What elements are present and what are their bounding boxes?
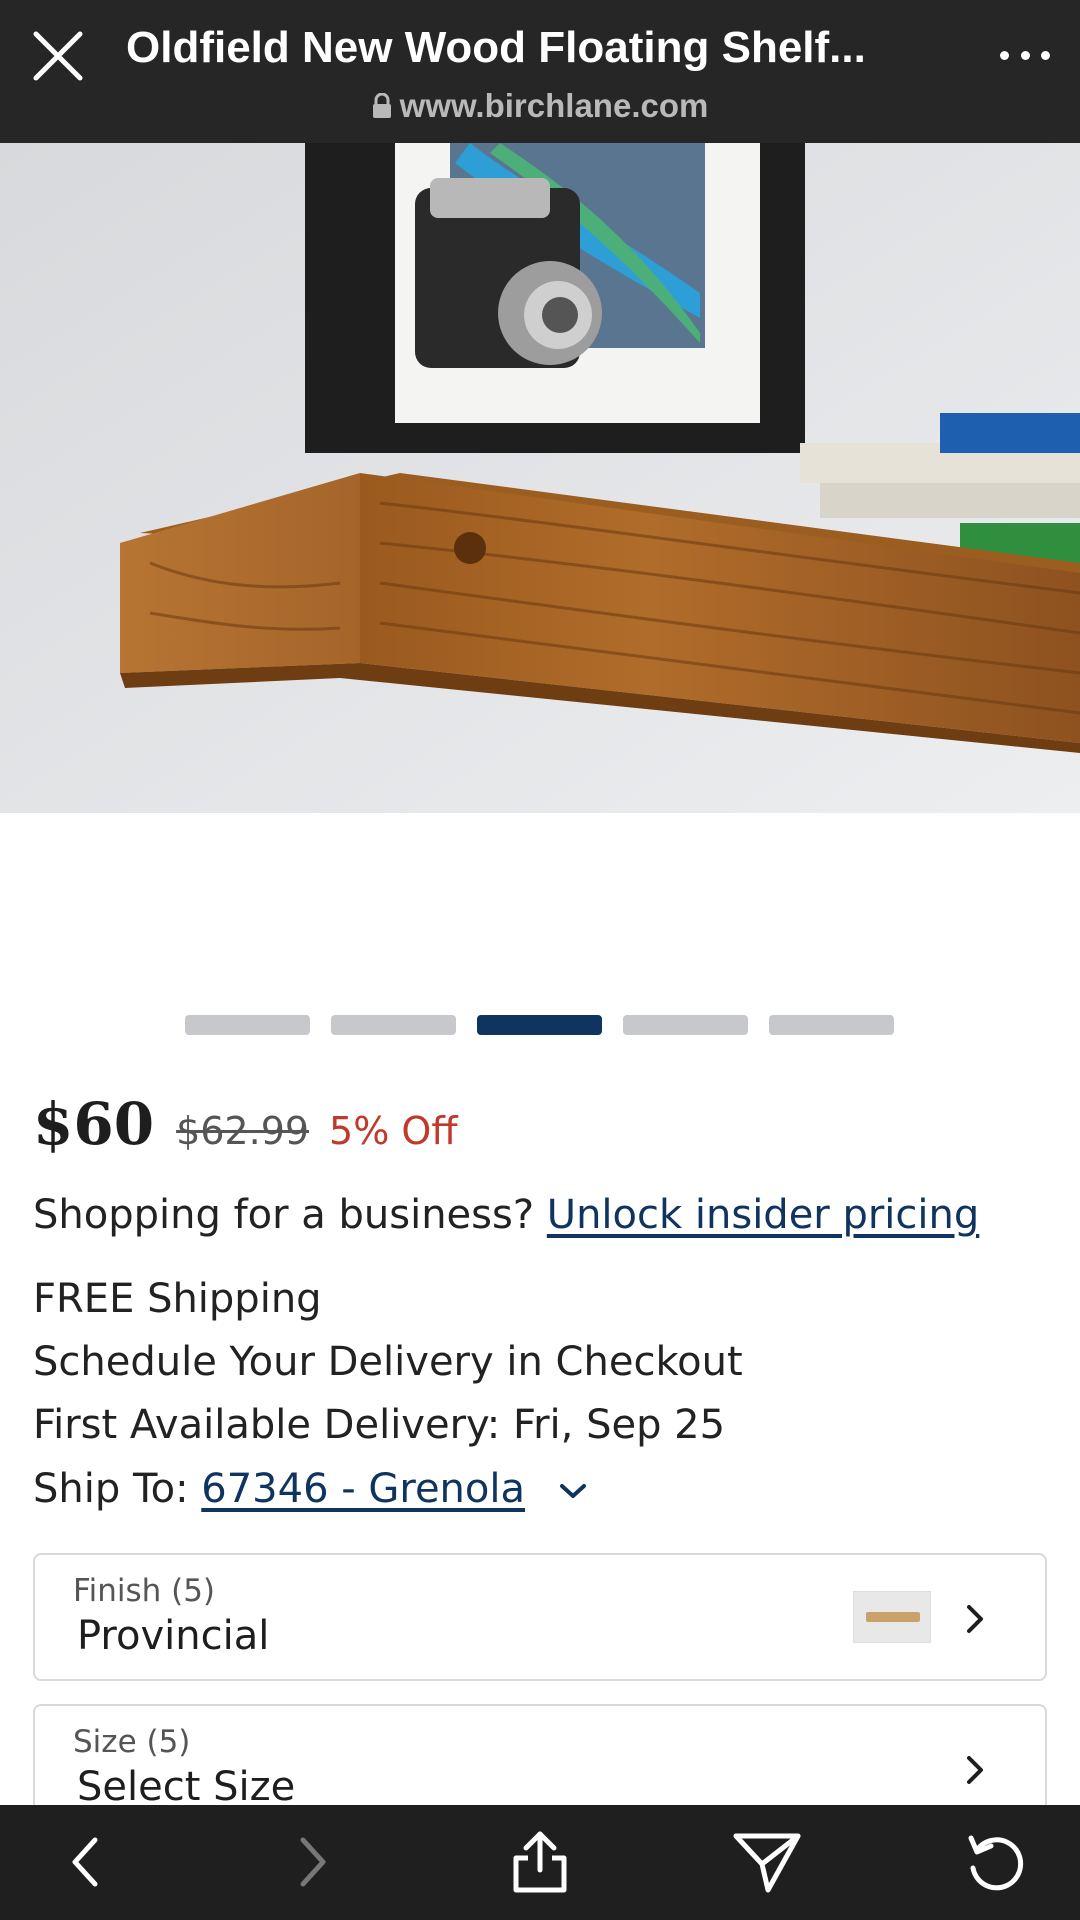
finish-option-card[interactable]: Finish (5) Provincial bbox=[33, 1553, 1047, 1681]
url-text: www.birchlane.com bbox=[399, 87, 709, 124]
insider-pricing-link[interactable]: Unlock insider pricing bbox=[547, 1192, 979, 1238]
size-label: Size (5) bbox=[73, 1724, 191, 1760]
forward-arrow-icon bbox=[300, 1837, 326, 1887]
chevron-down-icon[interactable] bbox=[558, 1481, 588, 1501]
bottom-toolbar bbox=[0, 1805, 1080, 1920]
close-button[interactable] bbox=[30, 28, 86, 84]
reload-icon bbox=[968, 1835, 1024, 1891]
ship-to-row: Ship To: 67346 - Grenola bbox=[33, 1466, 588, 1512]
back-button[interactable] bbox=[50, 1827, 120, 1897]
carousel-indicators bbox=[185, 1015, 894, 1035]
page-title: Oldfield New Wood Floating Shelf... bbox=[126, 23, 866, 72]
business-pricing-row: Shopping for a business? Unlock insider … bbox=[33, 1192, 979, 1238]
shelf-photo bbox=[0, 143, 1080, 813]
share-icon bbox=[513, 1831, 567, 1893]
carousel-dot-5[interactable] bbox=[769, 1015, 894, 1035]
send-icon bbox=[733, 1833, 801, 1893]
back-arrow-icon bbox=[72, 1837, 98, 1887]
first-delivery-text: First Available Delivery: Fri, Sep 25 bbox=[33, 1402, 726, 1448]
ship-to-location-link[interactable]: 67346 - Grenola bbox=[201, 1466, 525, 1512]
reload-button[interactable] bbox=[960, 1827, 1030, 1897]
carousel-dot-2[interactable] bbox=[331, 1015, 456, 1035]
carousel-dot-3[interactable] bbox=[477, 1015, 602, 1035]
current-price: $60 bbox=[33, 1090, 155, 1158]
forward-button[interactable] bbox=[278, 1827, 348, 1897]
free-shipping-text: FREE Shipping bbox=[33, 1276, 322, 1322]
business-prompt: Shopping for a business? bbox=[33, 1192, 535, 1238]
schedule-delivery-text: Schedule Your Delivery in Checkout bbox=[33, 1339, 743, 1385]
original-price: $62.99 bbox=[176, 1109, 310, 1153]
share-button[interactable] bbox=[505, 1827, 575, 1897]
carousel-dot-4[interactable] bbox=[623, 1015, 748, 1035]
finish-value: Provincial bbox=[77, 1613, 270, 1659]
discount-label: 5% Off bbox=[329, 1109, 458, 1153]
finish-label: Finish (5) bbox=[73, 1573, 216, 1609]
more-dots-icon bbox=[1000, 50, 1009, 60]
chevron-right-icon bbox=[967, 1756, 983, 1784]
chevron-right-icon bbox=[967, 1605, 983, 1633]
browser-header: Oldfield New Wood Floating Shelf... www.… bbox=[0, 0, 1080, 143]
product-image[interactable] bbox=[0, 143, 1080, 813]
close-icon bbox=[33, 31, 83, 81]
finish-thumbnail bbox=[853, 1591, 931, 1643]
price-row: $60 $62.99 5% Off bbox=[33, 1090, 458, 1158]
send-button[interactable] bbox=[732, 1827, 802, 1897]
url-bar[interactable]: www.birchlane.com bbox=[0, 84, 1080, 128]
carousel-dot-1[interactable] bbox=[185, 1015, 310, 1035]
size-value: Select Size bbox=[77, 1764, 296, 1810]
more-options-button[interactable] bbox=[1000, 40, 1050, 70]
ship-to-label: Ship To: bbox=[33, 1466, 189, 1512]
lock-icon bbox=[372, 93, 391, 118]
